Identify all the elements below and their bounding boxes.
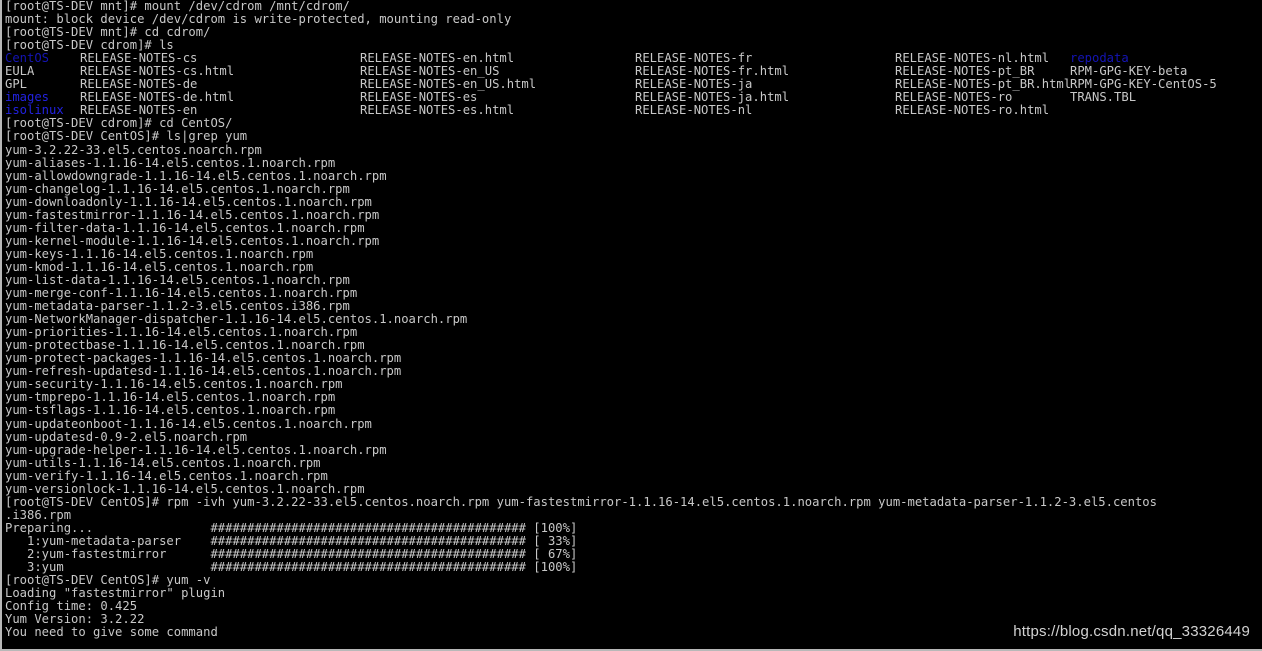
terminal-line: Config time: 0.425 [5, 600, 1261, 613]
terminal-line: [root@TS-DEV CentOS]# rpm -ivh yum-3.2.2… [5, 496, 1261, 509]
terminal-line: yum-aliases-1.1.16-14.el5.centos.1.noarc… [5, 157, 1261, 170]
terminal-line: Loading "fastestmirror" plugin [5, 587, 1261, 600]
terminal-line: yum-upgrade-helper-1.1.16-14.el5.centos.… [5, 444, 1261, 457]
terminal-line: [root@TS-DEV mnt]# cd cdrom/ [5, 26, 1261, 39]
terminal-line: .i386.rpm [5, 509, 1261, 522]
terminal-line: yum-kernel-module-1.1.16-14.el5.centos.1… [5, 235, 1261, 248]
csdn-watermark: https://blog.csdn.net/qq_33326449 [1013, 623, 1250, 640]
terminal-line: yum-versionlock-1.1.16-14.el5.centos.1.n… [5, 483, 1261, 496]
terminal-line: yum-downloadonly-1.1.16-14.el5.centos.1.… [5, 196, 1261, 209]
ls-entry: RELEASE-NOTES-ro.html [895, 104, 1049, 117]
ls-entry: RELEASE-NOTES-en [80, 104, 197, 117]
terminal-screen[interactable]: [root@TS-DEV mnt]# mount /dev/cdrom /mnt… [5, 0, 1261, 639]
ls-entry: isolinux [5, 104, 64, 117]
ls-entry: RELEASE-NOTES-nl [635, 104, 752, 117]
terminal-line: yum-updateonboot-1.1.16-14.el5.centos.1.… [5, 418, 1261, 431]
terminal-line: yum-3.2.22-33.el5.centos.noarch.rpm [5, 144, 1261, 157]
terminal-line: yum-filter-data-1.1.16-14.el5.centos.1.n… [5, 222, 1261, 235]
terminal-line: yum-tsflags-1.1.16-14.el5.centos.1.noarc… [5, 404, 1261, 417]
terminal-window[interactable]: [root@TS-DEV mnt]# mount /dev/cdrom /mnt… [0, 0, 1262, 651]
terminal-line: Preparing... ###########################… [5, 522, 1261, 535]
terminal-line: yum-utils-1.1.16-14.el5.centos.1.noarch.… [5, 457, 1261, 470]
terminal-line: 1:yum-metadata-parser ##################… [5, 535, 1261, 548]
terminal-line: yum-allowdowngrade-1.1.16-14.el5.centos.… [5, 170, 1261, 183]
terminal-line: yum-fastestmirror-1.1.16-14.el5.centos.1… [5, 209, 1261, 222]
terminal-line: isolinux RELEASE-NOTES-en RELEASE-NOTES-es… [5, 104, 1261, 117]
terminal-line: yum-verify-1.1.16-14.el5.centos.1.noarch… [5, 470, 1261, 483]
terminal-cursor [5, 643, 13, 645]
terminal-line: [root@TS-DEV CentOS]# ls|grep yum [5, 130, 1261, 143]
terminal-line: yum-updatesd-0.9-2.el5.noarch.rpm [5, 431, 1261, 444]
terminal-line: yum-keys-1.1.16-14.el5.centos.1.noarch.r… [5, 248, 1261, 261]
terminal-line: yum-changelog-1.1.16-14.el5.centos.1.noa… [5, 183, 1261, 196]
ls-entry: TRANS.TBL [1070, 91, 1136, 104]
ls-entry: RELEASE-NOTES-es.html [360, 104, 514, 117]
